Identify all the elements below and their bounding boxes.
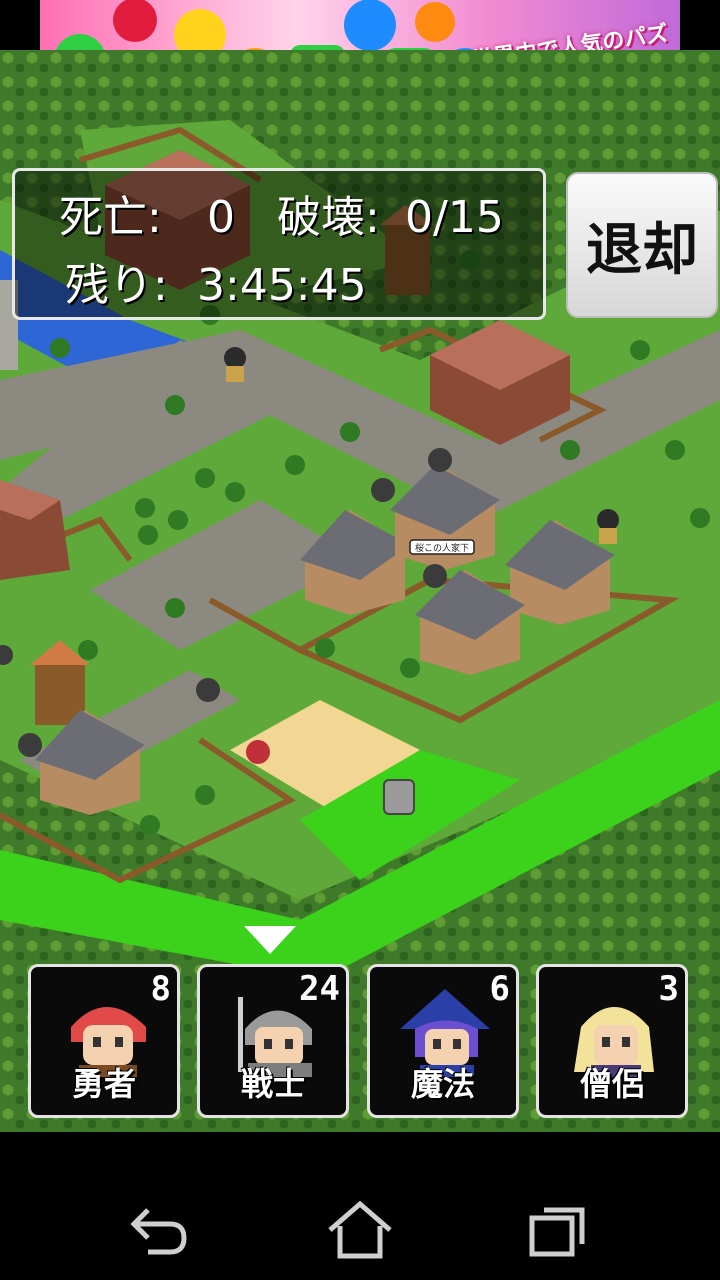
unit-name: 戦士 (240, 1065, 305, 1103)
remaining-value: 3:45:45 (197, 260, 367, 311)
remaining-label: 残り: (65, 260, 168, 311)
home-icon[interactable] (320, 1196, 400, 1266)
destroy-value: 0/15 (405, 192, 504, 243)
map-sign-text: 桜この人家下 (415, 542, 469, 554)
back-icon[interactable] (120, 1196, 200, 1266)
selection-pointer-icon (244, 926, 296, 954)
unit-card-hero[interactable]: 8 勇者 (28, 964, 180, 1118)
unit-card-warrior[interactable]: 24 戦士 (197, 964, 349, 1118)
status-panel: 死亡: 0 破壊: 0/15 残り: 3:45:45 (12, 168, 546, 320)
destroy-label: 破壊: (277, 192, 380, 243)
deaths-label: 死亡: (59, 192, 162, 243)
unit-card-priest[interactable]: 3 僧侶 (536, 964, 688, 1118)
unit-name: 勇者 (71, 1065, 136, 1103)
game-map[interactable]: 桜この人家下 死亡: 0 破壊: 0/15 残り: 3:45:45 退却 8 勇… (0, 50, 720, 1132)
unit-name: 魔法 (410, 1065, 475, 1103)
retreat-button[interactable]: 退却 (566, 172, 718, 318)
unit-name: 僧侶 (579, 1065, 644, 1103)
deaths-value: 0 (207, 192, 235, 243)
unit-card-mage[interactable]: 6 魔法 (367, 964, 519, 1118)
recent-apps-icon[interactable] (520, 1196, 600, 1266)
